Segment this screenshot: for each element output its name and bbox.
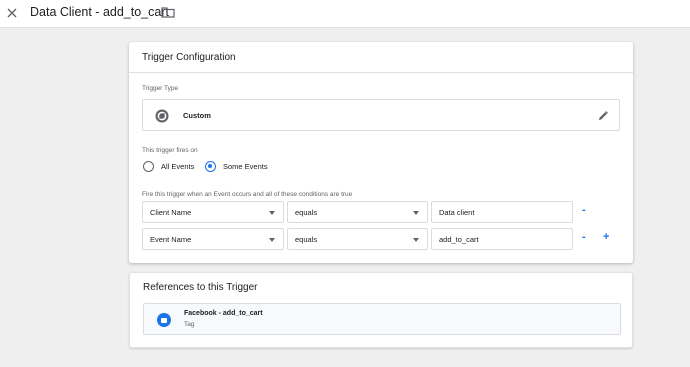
remove-condition-button[interactable]: - <box>582 232 586 243</box>
radio-some-events[interactable]: Some Events <box>205 161 268 172</box>
tag-icon <box>157 313 171 327</box>
close-button[interactable] <box>3 4 21 22</box>
reference-name: Facebook - add_to_cart <box>184 310 263 317</box>
operator-value: equals <box>295 235 318 244</box>
radio-label: Some Events <box>223 162 268 171</box>
close-icon[interactable] <box>7 8 17 18</box>
condition-value-input[interactable] <box>431 228 573 250</box>
radio-all-events[interactable]: All Events <box>143 161 194 172</box>
folder-icon[interactable] <box>161 6 175 18</box>
dropdown-arrow-icon <box>269 211 275 215</box>
page-title: Data Client - add_to_cart <box>30 5 169 19</box>
top-bar: Data Client - add_to_cart <box>0 0 690 28</box>
variable-value: Event Name <box>150 235 192 244</box>
condition-value-input[interactable] <box>431 201 573 223</box>
variable-value: Client Name <box>150 208 192 217</box>
variable-select[interactable]: Client Name <box>142 201 284 223</box>
add-condition-button[interactable]: + <box>603 232 609 243</box>
operator-value: equals <box>295 208 318 217</box>
trigger-type-name: Custom <box>183 111 211 120</box>
trigger-type-label: Trigger Type <box>142 85 179 92</box>
custom-event-icon <box>155 109 169 123</box>
dropdown-arrow-icon <box>413 211 419 215</box>
pencil-icon[interactable] <box>597 110 609 122</box>
operator-select[interactable]: equals <box>287 201 428 223</box>
variable-select[interactable]: Event Name <box>142 228 284 250</box>
trigger-type-selector[interactable]: Custom <box>142 99 620 131</box>
radio-button[interactable] <box>205 161 216 172</box>
dropdown-arrow-icon <box>269 238 275 242</box>
operator-select[interactable]: equals <box>287 228 428 250</box>
conditions-label: Fire this trigger when an Event occurs a… <box>142 191 353 198</box>
reference-type: Tag <box>184 321 195 328</box>
radio-button[interactable] <box>143 161 154 172</box>
references-card: References to this Trigger Facebook - ad… <box>129 272 633 348</box>
trigger-configuration-card: Trigger Configuration Trigger Type Custo… <box>129 42 633 263</box>
fires-on-label: This trigger fires on <box>142 147 198 154</box>
references-title: References to this Trigger <box>143 282 258 293</box>
card-title: Trigger Configuration <box>142 52 236 63</box>
radio-label: All Events <box>161 162 195 171</box>
divider <box>129 72 633 73</box>
remove-condition-button[interactable]: - <box>582 205 586 216</box>
dropdown-arrow-icon <box>413 238 419 242</box>
reference-item[interactable]: Facebook - add_to_cart Tag <box>143 303 621 335</box>
